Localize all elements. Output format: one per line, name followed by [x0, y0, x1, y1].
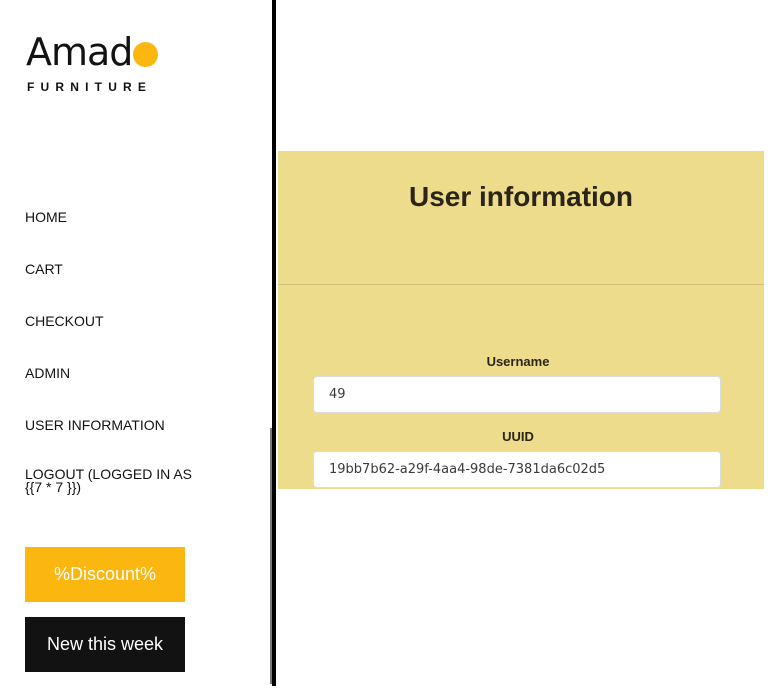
- nav-user-information[interactable]: USER INFORMATION: [25, 416, 225, 468]
- username-field[interactable]: 49: [313, 376, 721, 413]
- sidebar-divider: [272, 0, 276, 686]
- main-nav: HOME CART CHECKOUT ADMIN USER INFORMATIO…: [25, 208, 225, 520]
- nav-cart[interactable]: CART: [25, 260, 225, 312]
- nav-logout-line2: {{7 * 7 }}): [25, 479, 82, 495]
- uuid-label: UUID: [502, 429, 534, 444]
- uuid-field[interactable]: 19bb7b62-a29f-4aa4-98de-7381da6c02d5: [313, 451, 721, 488]
- page-title: User information: [408, 181, 634, 212]
- nav-home[interactable]: HOME: [25, 208, 225, 260]
- nav-logout[interactable]: LOGOUT (LOGGED IN AS {{7 * 7 }}): [25, 467, 225, 520]
- discount-button[interactable]: %Discount%: [25, 547, 185, 602]
- nav-admin[interactable]: ADMIN: [25, 364, 225, 416]
- brand-logo[interactable]: Amad FURNITURE: [26, 30, 159, 94]
- logo-tagline: FURNITURE: [27, 80, 153, 94]
- nav-checkout[interactable]: CHECKOUT: [25, 312, 225, 364]
- logo-text: Amad: [26, 30, 133, 74]
- logo-dot-icon: [133, 41, 159, 67]
- panel-divider: [278, 284, 764, 285]
- username-label: Username: [486, 354, 550, 369]
- new-this-week-button[interactable]: New this week: [25, 617, 185, 672]
- logo-wordmark: Amad: [26, 30, 159, 74]
- sidebar: Amad FURNITURE HOME CART CHECKOUT ADMIN …: [0, 0, 272, 694]
- user-information-panel: User information Username 49 UUID 19bb7b…: [278, 151, 764, 489]
